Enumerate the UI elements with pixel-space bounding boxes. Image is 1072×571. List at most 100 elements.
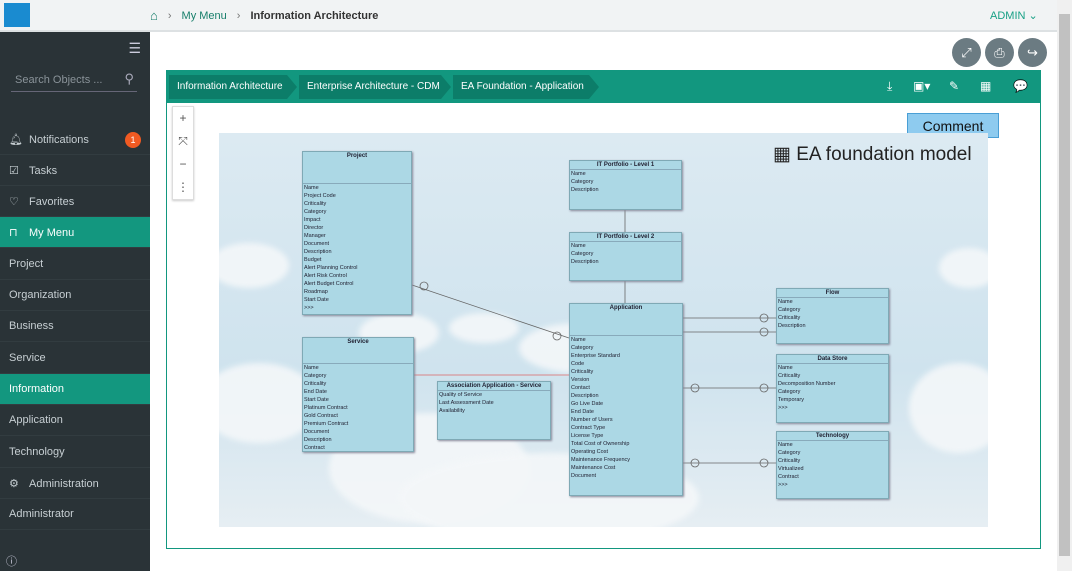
entity-attribute: Name bbox=[304, 365, 319, 371]
scrollbar-thumb[interactable] bbox=[1059, 14, 1070, 556]
home-icon[interactable]: ⌂ bbox=[150, 8, 158, 23]
sidebar-item-label: Notifications bbox=[29, 134, 89, 146]
entity-it-portfolio-level-2[interactable]: IT Portfolio - Level 2 Name Category Descri… bbox=[569, 232, 682, 281]
entity-flow[interactable]: Flow Name Category Criticality Description bbox=[776, 288, 889, 344]
entity-attribute: Contact bbox=[571, 385, 590, 391]
user-name: ADMIN bbox=[990, 10, 1026, 22]
entity-application[interactable]: Application Name Category Enterprise Standa… bbox=[569, 303, 683, 496]
sidebar-item-administrator[interactable]: Administrator bbox=[0, 499, 150, 530]
breadcrumb: ⌂ › My Menu › Information Architecture bbox=[150, 8, 378, 23]
scrollbar[interactable] bbox=[1057, 0, 1072, 571]
app-logo[interactable] bbox=[4, 3, 30, 27]
zoom-controls: + ⤧ − ⋮ bbox=[172, 106, 194, 200]
zoom-in-icon[interactable]: + bbox=[173, 107, 193, 130]
share-button[interactable]: ↪ bbox=[1018, 38, 1047, 67]
entity-attribute: Criticality bbox=[304, 381, 327, 387]
sidebar-item-label: Administrator bbox=[9, 508, 74, 520]
entity-title: Service bbox=[303, 338, 413, 364]
comment-icon[interactable]: 💬 bbox=[1013, 79, 1028, 93]
entity-attribute: Criticality bbox=[778, 315, 801, 321]
expand-button[interactable]: ⤢ bbox=[952, 38, 981, 67]
entity-attribute: Contract bbox=[778, 474, 799, 480]
entity-attribute: Name bbox=[571, 337, 586, 343]
image-dropdown-icon[interactable]: ▣▾ bbox=[913, 79, 930, 93]
entity-attribute: Category bbox=[778, 389, 801, 395]
zoom-out-icon[interactable]: − bbox=[173, 153, 193, 176]
sidebar-item-administration[interactable]: ⚙ Administration bbox=[0, 468, 150, 499]
entity-attribute: Enterprise Standard bbox=[571, 353, 620, 359]
entity-attribute: Decomposition Number bbox=[778, 381, 836, 387]
entity-attribute: Description bbox=[571, 393, 599, 399]
panel-breadcrumb-3[interactable]: EA Foundation - Application bbox=[453, 75, 599, 99]
entity-it-portfolio-level-1[interactable]: IT Portfolio - Level 1 Name Category Descri… bbox=[569, 160, 682, 210]
sidebar-item-favorites[interactable]: ♡ Favorites bbox=[0, 186, 150, 217]
more-icon[interactable]: ⋮ bbox=[173, 176, 193, 199]
entity-title: Flow bbox=[777, 289, 888, 298]
print-button[interactable]: ⎙ bbox=[985, 38, 1014, 67]
entity-attribute: Alert Budget Control bbox=[304, 281, 354, 287]
sidebar-item-notifications[interactable]: 🔔︎ Notifications 1 bbox=[0, 124, 150, 155]
print-icon: ⎙ bbox=[994, 45, 1005, 60]
heart-icon: ♡ bbox=[9, 196, 19, 208]
info-icon[interactable]: ⓘ bbox=[6, 553, 17, 569]
entity-attribute: Maintenance Cost bbox=[571, 465, 616, 471]
entity-attribute: Category bbox=[571, 251, 594, 257]
sidebar-item-service[interactable]: Service bbox=[0, 343, 150, 374]
sidebar-item-application[interactable]: Application bbox=[0, 405, 150, 436]
entity-technology[interactable]: Technology Name Category Criticality Virtual… bbox=[776, 431, 889, 499]
search-placeholder: Search Objects ... bbox=[15, 74, 103, 86]
gears-icon: ⚙ bbox=[9, 478, 19, 490]
entity-attribute: Premium Contract bbox=[304, 421, 349, 427]
chevron-right-icon: › bbox=[167, 9, 172, 22]
entity-attribute: End Date bbox=[571, 409, 594, 415]
download-icon[interactable]: ⤓ bbox=[887, 79, 892, 94]
check-square-icon: ☑ bbox=[9, 165, 19, 177]
sidebar-item-project[interactable]: Project bbox=[0, 249, 150, 280]
entity-attribute: >>> bbox=[778, 482, 788, 488]
search-icon[interactable]: ⚲ bbox=[124, 71, 134, 87]
entity-attribute: >>> bbox=[304, 305, 314, 311]
entity-attribute: Name bbox=[571, 171, 586, 177]
entity-attribute: Quality of Service bbox=[439, 392, 483, 398]
edit-icon[interactable]: ✎ bbox=[949, 79, 959, 93]
search-input[interactable]: Search Objects ... ⚲ bbox=[11, 68, 137, 92]
sidebar-item-label: My Menu bbox=[29, 227, 75, 239]
entity-attribute: Start Date bbox=[304, 297, 329, 303]
entity-attribute: Number of Users bbox=[571, 417, 613, 423]
entity-title: Project bbox=[303, 152, 411, 184]
sidebar: ☰ Search Objects ... ⚲ 🔔︎ Notifications 1 ☑ T… bbox=[0, 32, 150, 571]
entity-attribute: Go Live Date bbox=[571, 401, 604, 407]
entity-attribute: Category bbox=[778, 450, 801, 456]
entity-attribute: Category bbox=[778, 307, 801, 313]
sidebar-item-tasks[interactable]: ☑ Tasks bbox=[0, 155, 150, 186]
sidebar-item-information[interactable]: Information bbox=[0, 374, 150, 405]
sidebar-item-my-menu[interactable]: ⊓ My Menu bbox=[0, 217, 150, 248]
chevron-down-icon: ⌄ bbox=[1028, 10, 1038, 22]
entity-data-store[interactable]: Data Store Name Criticality Decomposition N… bbox=[776, 354, 889, 423]
sidebar-item-organization[interactable]: Organization bbox=[0, 280, 150, 311]
hamburger-icon[interactable]: ☰ bbox=[128, 40, 141, 57]
fit-icon[interactable]: ⤧ bbox=[173, 130, 193, 153]
entity-attribute: Criticality bbox=[571, 369, 594, 375]
entity-attribute: Total Cost of Ownership bbox=[571, 441, 630, 447]
user-menu[interactable]: ADMIN ⌄ bbox=[990, 9, 1038, 22]
breadcrumb-my-menu[interactable]: My Menu bbox=[182, 10, 227, 22]
sidebar-item-technology[interactable]: Technology bbox=[0, 437, 150, 468]
chevron-right-icon: › bbox=[236, 9, 241, 22]
entity-attribute: Description bbox=[778, 323, 806, 329]
entity-association-application-service[interactable]: Association Application - Service Quality… bbox=[437, 381, 551, 440]
entity-attribute: Document bbox=[571, 473, 597, 479]
sidebar-item-business[interactable]: Business bbox=[0, 311, 150, 342]
entity-attribute: Criticality bbox=[778, 373, 801, 379]
entity-attribute: Code bbox=[571, 361, 585, 367]
entity-project[interactable]: Project Name Project Code Criticality Catego… bbox=[302, 151, 412, 315]
entity-service[interactable]: Service Name Category Criticality End Date St… bbox=[302, 337, 414, 452]
panel-breadcrumb-1[interactable]: Information Architecture bbox=[169, 75, 297, 99]
panel-breadcrumb-2[interactable]: Enterprise Architecture - CDM bbox=[299, 75, 451, 99]
entity-title: Data Store bbox=[777, 355, 888, 364]
sidebar-item-label: Tasks bbox=[29, 165, 58, 177]
entity-title: IT Portfolio - Level 1 bbox=[570, 161, 681, 170]
entity-attribute: Budget bbox=[304, 257, 322, 263]
grid-icon[interactable]: ▦ bbox=[980, 79, 991, 93]
entity-attribute: Version bbox=[571, 377, 590, 383]
